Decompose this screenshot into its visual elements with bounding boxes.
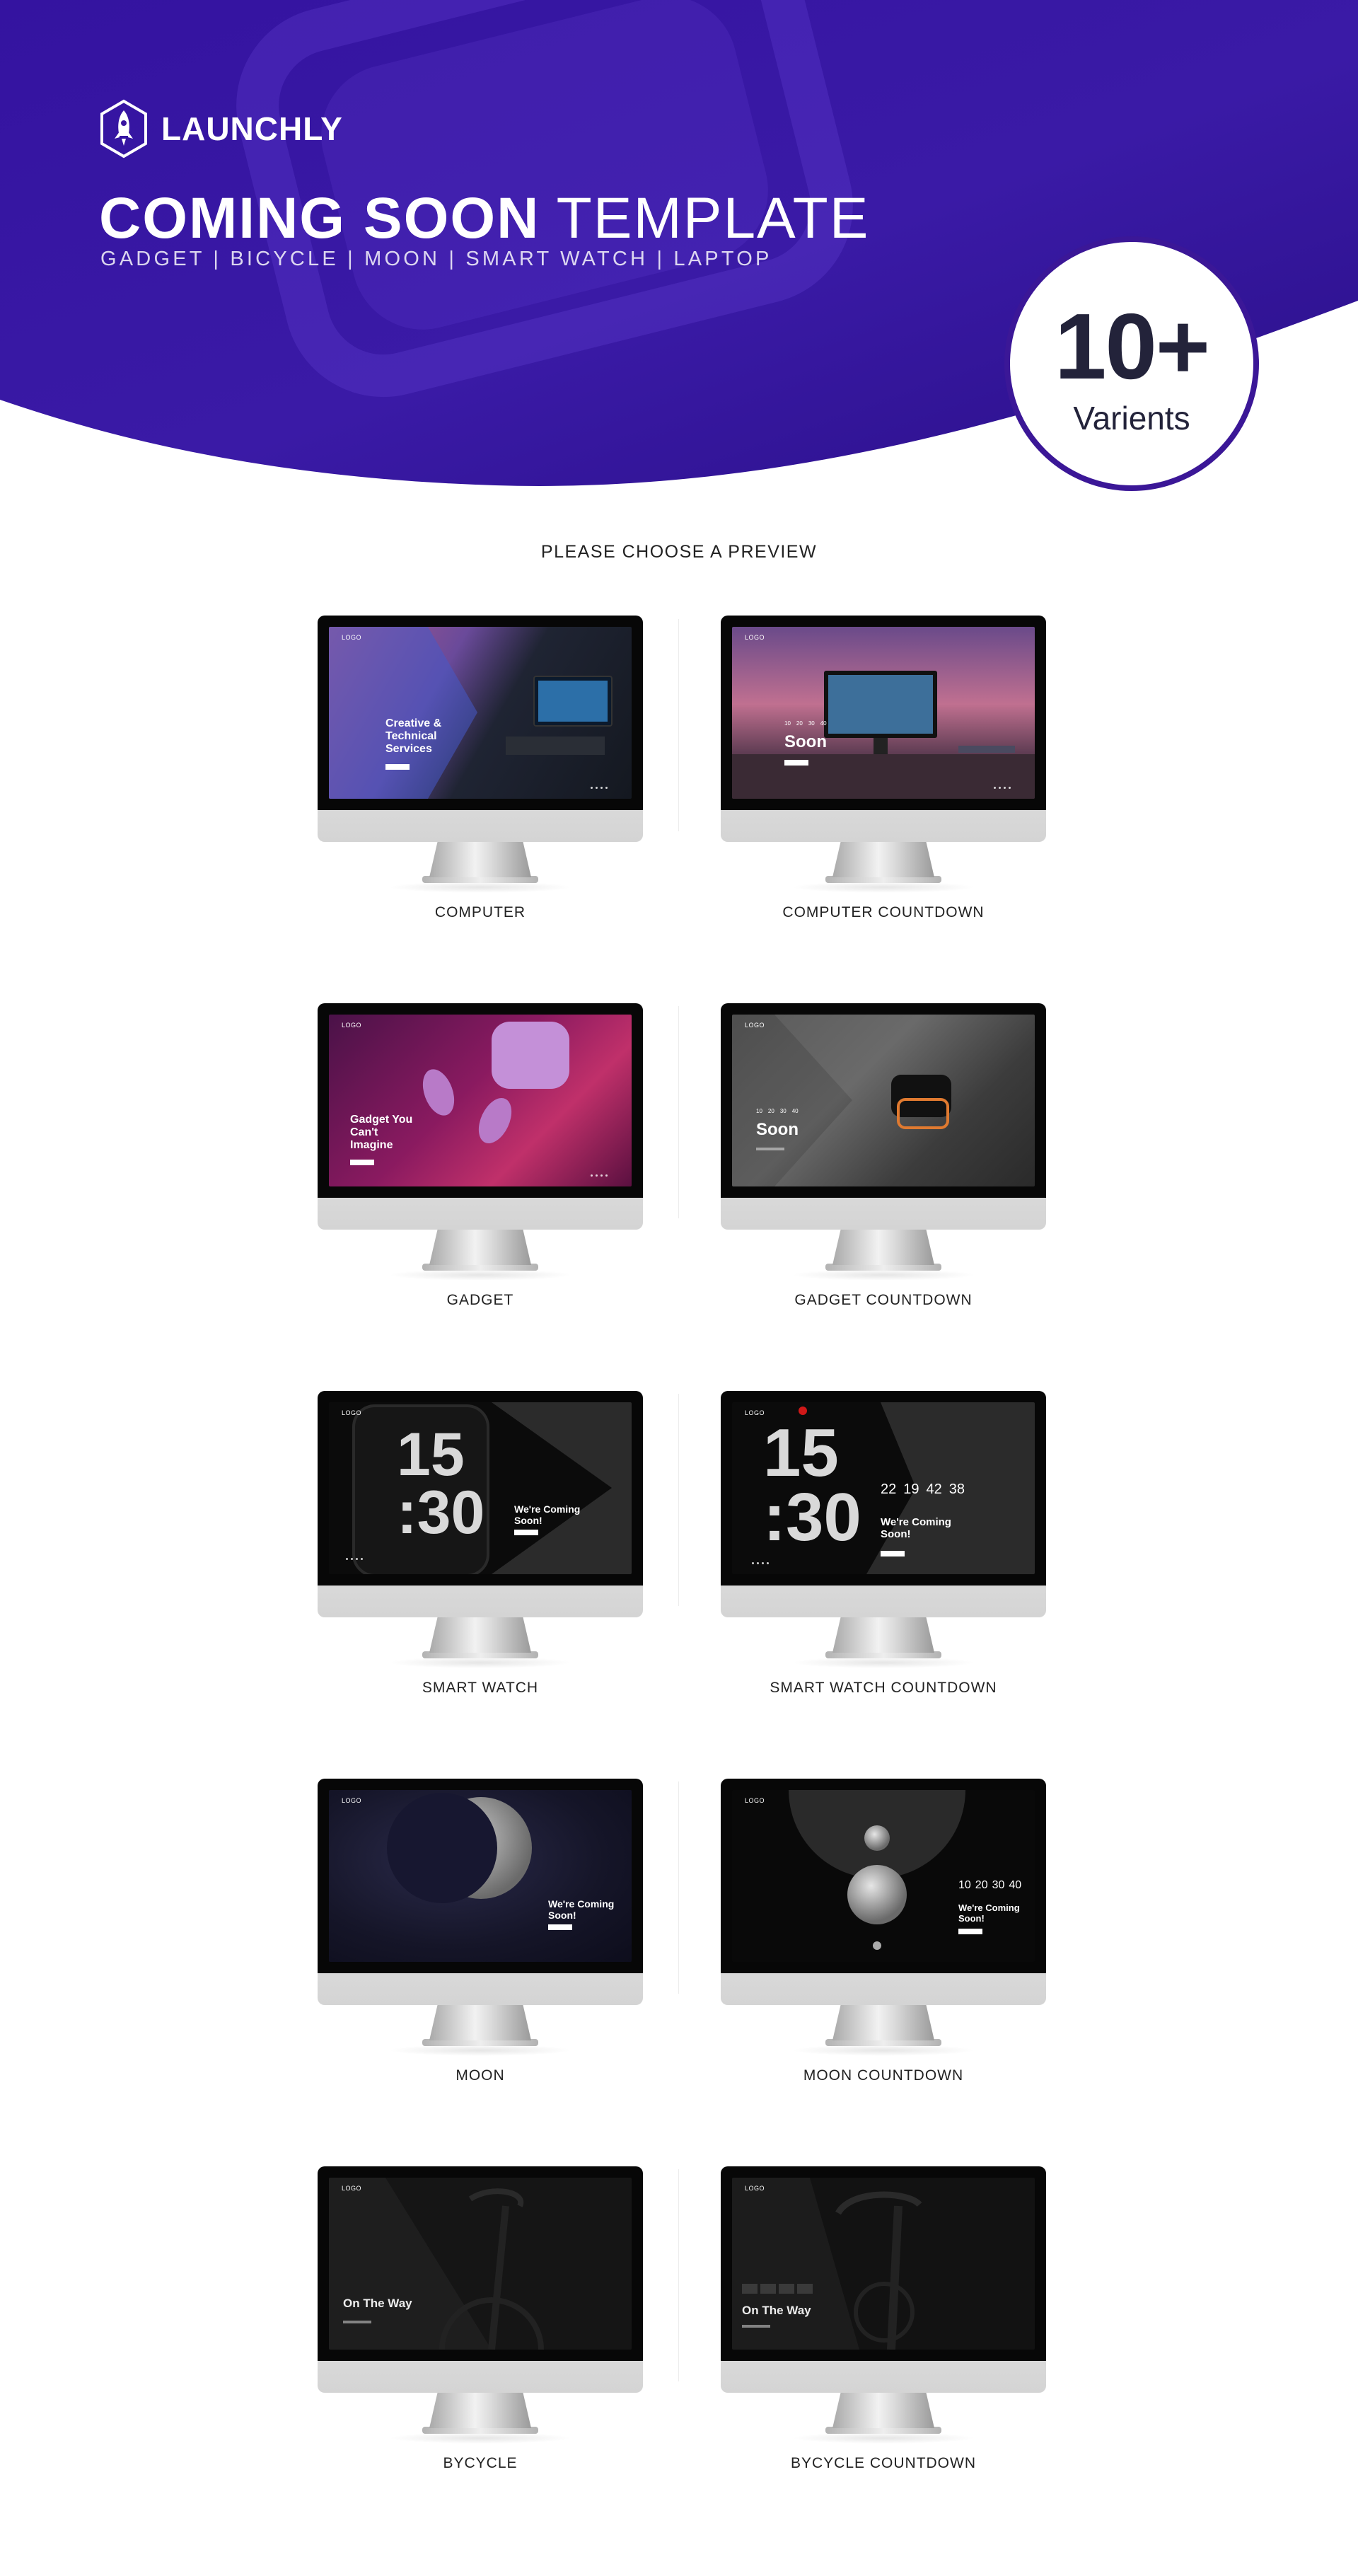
preview-screen: LOGO 10 20 30 40 Soon bbox=[732, 627, 1035, 799]
monitor-mockup: LOGO 10 20 30 40 Soon bbox=[721, 1003, 1046, 1283]
preview-label[interactable]: SMART WATCH COUNTDOWN bbox=[721, 1680, 1046, 1697]
preview-card-computer[interactable]: LOGO Creative & Technical Services COMPU… bbox=[318, 616, 643, 941]
screen-logo: LOGO bbox=[342, 2185, 362, 2192]
monitor-mockup: LOGO On The Way bbox=[318, 2166, 643, 2446]
countdown-timer: 10 20 30 40 bbox=[958, 1879, 1021, 1892]
screen-logo: LOGO bbox=[745, 1022, 765, 1029]
brand-name: LAUNCHLY bbox=[161, 110, 343, 147]
preview-label[interactable]: MOON bbox=[318, 2067, 643, 2084]
screen-headline: Gadget You Can't Imagine bbox=[350, 1114, 413, 1151]
preview-card-bycycle[interactable]: LOGO On The Way BYCYCLE bbox=[318, 2166, 643, 2492]
hero-title: COMING SOON TEMPLATE bbox=[99, 185, 869, 252]
countdown-hours: 19 bbox=[903, 1482, 919, 1497]
variants-count: 10+ bbox=[1055, 294, 1210, 398]
variants-label: Varients bbox=[1073, 400, 1190, 437]
column-divider bbox=[678, 1394, 679, 1606]
variants-badge: 10+ Varients bbox=[1004, 236, 1259, 491]
preview-label[interactable]: COMPUTER COUNTDOWN bbox=[721, 904, 1046, 921]
preview-card-smart-watch[interactable]: LOGO 15 :30 We're Coming Soon! SMART WAT… bbox=[318, 1391, 643, 1716]
hero-title-light: TEMPLATE bbox=[556, 186, 870, 250]
screen-logo: LOGO bbox=[342, 1409, 362, 1416]
preview-label[interactable]: BYCYCLE bbox=[318, 2455, 643, 2472]
screen-logo: LOGO bbox=[745, 1409, 765, 1416]
screen-headline: Soon bbox=[756, 1120, 799, 1139]
screen-logo: LOGO bbox=[745, 634, 765, 641]
countdown-days: 10 bbox=[958, 1879, 971, 1891]
screen-headline: Creative & Technical Services bbox=[385, 717, 442, 755]
rocket-icon bbox=[100, 99, 147, 158]
monitor-mockup: LOGO On The Way bbox=[721, 2166, 1046, 2446]
monitor-mockup: LOGO 10 20 30 40 Soon bbox=[721, 616, 1046, 895]
preview-card-moon-countdown[interactable]: LOGO 10 20 30 40 We're Coming Soon! MOON… bbox=[721, 1779, 1046, 2104]
monitor-mockup: LOGO Gadget You Can't Imagine bbox=[318, 1003, 643, 1283]
screen-logo: LOGO bbox=[342, 1797, 362, 1804]
countdown-hours: 20 bbox=[975, 1879, 988, 1891]
hero-title-bold: COMING SOON bbox=[99, 186, 540, 250]
preview-screen: LOGO 10 20 30 40 We're Coming Soon! bbox=[732, 1790, 1035, 1962]
countdown-days: 22 bbox=[881, 1482, 897, 1497]
column-divider bbox=[678, 1781, 679, 1994]
preview-label[interactable]: MOON COUNTDOWN bbox=[721, 2067, 1046, 2084]
hero-subtitle: GADGET | BICYCLE | MOON | SMART WATCH | … bbox=[100, 248, 772, 270]
countdown-timer: 22 19 42 38 bbox=[881, 1482, 965, 1498]
brand-logo[interactable]: LAUNCHLY bbox=[99, 99, 343, 158]
screen-logo: LOGO bbox=[745, 1797, 765, 1804]
screen-headline: We're Coming Soon! bbox=[958, 1902, 1020, 1924]
column-divider bbox=[678, 2169, 679, 2381]
preview-screen: LOGO 15 :30 We're Coming Soon! bbox=[329, 1402, 632, 1574]
preview-card-gadget-countdown[interactable]: LOGO 10 20 30 40 Soon GADGET COUNTDOWN bbox=[721, 1003, 1046, 1329]
preview-label[interactable]: GADGET bbox=[318, 1292, 643, 1309]
watch-time: 15 :30 bbox=[763, 1415, 861, 1556]
screen-logo: LOGO bbox=[745, 2185, 765, 2192]
hero-banner: LAUNCHLY COMING SOON TEMPLATE GADGET | B… bbox=[0, 0, 1358, 495]
preview-card-computer-countdown[interactable]: LOGO 10 20 30 40 Soon COMPUTER COUNTDOWN bbox=[721, 616, 1046, 941]
screen-headline: Soon bbox=[784, 732, 827, 751]
preview-screen: LOGO On The Way bbox=[329, 2178, 632, 2350]
preview-screen: LOGO 10 20 30 40 Soon bbox=[732, 1015, 1035, 1186]
section-heading: PLEASE CHOOSE A PREVIEW bbox=[540, 542, 818, 562]
screen-headline: We're Coming Soon! bbox=[514, 1503, 581, 1526]
preview-screen: LOGO Creative & Technical Services bbox=[329, 627, 632, 799]
preview-screen: LOGO Gadget You Can't Imagine bbox=[329, 1015, 632, 1186]
screen-headline: On The Way bbox=[343, 2297, 412, 2310]
column-divider bbox=[678, 1006, 679, 1218]
screen-headline: On The Way bbox=[742, 2304, 811, 2317]
screen-headline: We're Coming Soon! bbox=[881, 1516, 951, 1540]
preview-label[interactable]: GADGET COUNTDOWN bbox=[721, 1292, 1046, 1309]
monitor-mockup: LOGO 10 20 30 40 We're Coming Soon! bbox=[721, 1779, 1046, 2058]
screen-headline: We're Coming Soon! bbox=[548, 1898, 615, 1921]
countdown-seconds: 40 bbox=[1009, 1879, 1022, 1891]
countdown-minutes: 42 bbox=[926, 1482, 942, 1497]
countdown-minutes: 30 bbox=[992, 1879, 1005, 1891]
preview-screen: LOGO On The Way bbox=[732, 2178, 1035, 2350]
monitor-mockup: LOGO Creative & Technical Services bbox=[318, 616, 643, 895]
preview-label[interactable]: COMPUTER bbox=[318, 904, 643, 921]
screen-logo: LOGO bbox=[342, 1022, 362, 1029]
screen-logo: LOGO bbox=[342, 634, 362, 641]
countdown-seconds: 38 bbox=[948, 1482, 965, 1497]
preview-card-smart-watch-countdown[interactable]: LOGO 15 :30 22 19 42 38 We're Coming Soo… bbox=[721, 1391, 1046, 1716]
column-divider bbox=[678, 619, 679, 831]
preview-label[interactable]: BYCYCLE COUNTDOWN bbox=[721, 2455, 1046, 2472]
preview-card-bycycle-countdown[interactable]: LOGO On The Way BYCYCLE COUNTDOWN bbox=[721, 2166, 1046, 2492]
monitor-mockup: LOGO 15 :30 22 19 42 38 We're Coming Soo… bbox=[721, 1391, 1046, 1670]
preview-label[interactable]: SMART WATCH bbox=[318, 1680, 643, 1697]
preview-card-moon[interactable]: LOGO We're Coming Soon! MOON bbox=[318, 1779, 643, 2104]
monitor-mockup: LOGO We're Coming Soon! bbox=[318, 1779, 643, 2058]
monitor-mockup: LOGO 15 :30 We're Coming Soon! bbox=[318, 1391, 643, 1670]
preview-card-gadget[interactable]: LOGO Gadget You Can't Imagine GADGET bbox=[318, 1003, 643, 1329]
preview-screen: LOGO We're Coming Soon! bbox=[329, 1790, 632, 1962]
watch-time: 15 :30 bbox=[397, 1421, 485, 1547]
preview-screen: LOGO 15 :30 22 19 42 38 We're Coming Soo… bbox=[732, 1402, 1035, 1574]
